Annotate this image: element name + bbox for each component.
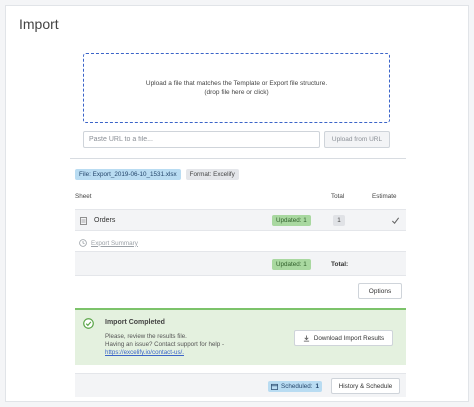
column-header-total: Total xyxy=(331,193,345,200)
export-summary-label: Export Summary xyxy=(91,239,138,247)
url-input[interactable] xyxy=(83,131,320,148)
total-label: Total: xyxy=(331,261,349,268)
alert-message: Please, review the results file. Having … xyxy=(105,333,224,357)
divider xyxy=(70,158,406,159)
export-summary-link[interactable]: Export Summary xyxy=(79,239,138,247)
status-badge: Updated: 1 xyxy=(272,215,311,226)
check-icon xyxy=(391,217,400,225)
download-icon xyxy=(303,334,309,342)
alert-line-review: Please, review the results file. xyxy=(105,333,187,340)
url-upload-row: Upload from URL xyxy=(83,131,390,148)
history-schedule-button[interactable]: History & Schedule xyxy=(331,378,400,394)
scheduled-count: 1 xyxy=(315,383,320,390)
sheet-name: Orders xyxy=(94,217,116,224)
download-results-label: Download Import Results xyxy=(313,334,385,342)
contact-us-link[interactable]: https://excelify.io/contact-us/. xyxy=(105,349,224,357)
spreadsheet-icon xyxy=(80,217,87,225)
import-completed-alert: Import Completed Please, review the resu… xyxy=(75,308,406,365)
options-button[interactable]: Options xyxy=(358,283,402,299)
upload-from-url-button[interactable]: Upload from URL xyxy=(324,131,390,148)
calendar-icon xyxy=(271,383,278,390)
total-status-badge: Updated: 1 xyxy=(272,259,311,270)
file-info: File: Export_2019-06-10_1531.xlsx Format… xyxy=(75,169,239,180)
alert-line-support: Having an issue? Contact support for hel… xyxy=(105,341,225,348)
file-name-badge: File: Export_2019-06-10_1531.xlsx xyxy=(75,169,181,180)
column-header-estimate: Estimate xyxy=(372,193,397,200)
totals-row: Updated: 1 Total: xyxy=(75,251,406,276)
file-format-badge: Format: Excelify xyxy=(185,169,239,180)
check-circle-icon xyxy=(83,318,94,329)
scheduled-label: Scheduled: xyxy=(281,383,313,390)
table-row: Orders Updated: 1 1 xyxy=(75,209,406,231)
schedule-row: Scheduled: 1 History & Schedule xyxy=(75,373,406,397)
alert-title: Import Completed xyxy=(105,319,165,326)
column-header-sheet: Sheet xyxy=(75,193,92,200)
download-results-button[interactable]: Download Import Results xyxy=(294,330,393,346)
import-panel: Import Upload a file that matches the Te… xyxy=(5,5,469,402)
page-title: Import xyxy=(19,16,59,32)
dropzone-hint: (drop file here or click) xyxy=(204,89,269,96)
clock-icon xyxy=(79,239,87,247)
file-dropzone[interactable]: Upload a file that matches the Template … xyxy=(83,53,390,123)
dropzone-instructions: Upload a file that matches the Template … xyxy=(145,80,328,87)
scheduled-badge: Scheduled: 1 xyxy=(268,381,323,392)
total-count-badge: 1 xyxy=(333,215,345,226)
